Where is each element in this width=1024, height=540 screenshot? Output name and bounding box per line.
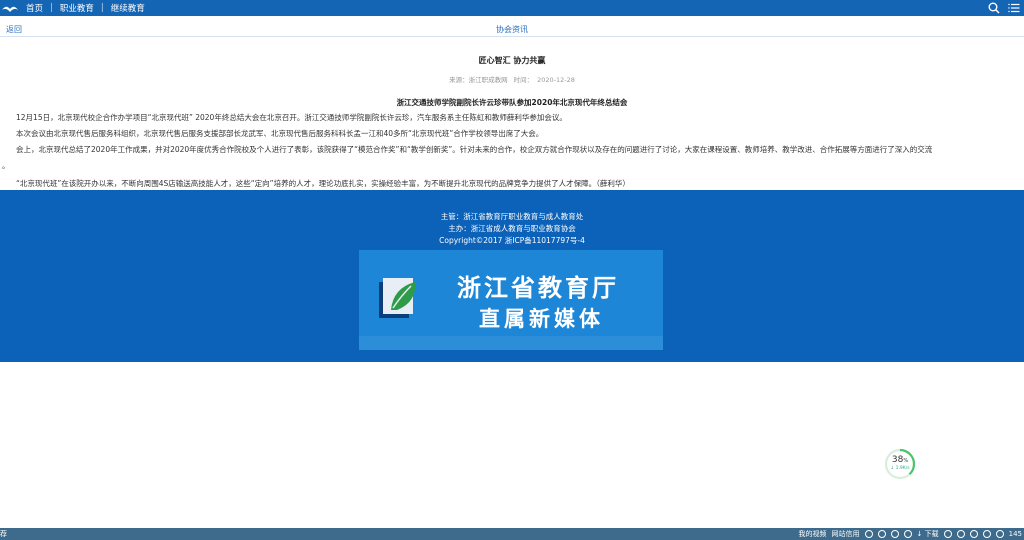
top-icons <box>988 0 1020 16</box>
article-paragraph: 本次会议由北京现代售后服务科组织，北京现代售后服务支援部部长龙武军、北京现代售后… <box>16 129 544 138</box>
article-date: 2020-12-28 <box>537 76 575 84</box>
banner-line1: 浙江省教育厅 <box>457 274 619 302</box>
site-credit-button[interactable]: 网站信用 <box>832 529 860 539</box>
article-title: 浙江交通技师学院副院长许云珍带队参加2020年北京现代年终总结会 <box>396 98 628 107</box>
browser-status-bar: 荐 我的视频 网站信用 ↓ 下载 145 <box>0 528 1024 540</box>
tools-icon[interactable] <box>969 530 978 538</box>
article-paragraph: “北京现代班”在该院开办以来，不断向周围4S店输送高技能人才，这些“定向”培养的… <box>16 179 630 188</box>
globe-icon[interactable] <box>877 530 886 538</box>
article-paragraph: 会上，北京现代总结了2020年工作成果，并对2020年度优秀合作院校及个人进行了… <box>16 145 933 154</box>
footer-organizer: 主办：浙江省成人教育与职业教育协会 <box>448 224 576 233</box>
bird-logo-icon <box>2 6 18 12</box>
article-meta: 来源：浙江职成教网 时间： 2020-12-28 <box>0 74 1024 84</box>
volume-icon[interactable] <box>982 530 991 538</box>
article-paragraph: 。 <box>2 161 10 170</box>
screenshot-icon[interactable] <box>956 530 965 538</box>
status-left-label[interactable]: 荐 <box>0 529 7 539</box>
article-headline: 匠心智汇 协力共赢 <box>478 56 546 65</box>
search-icon[interactable] <box>988 2 1000 14</box>
progress-percent: 38% <box>891 455 909 465</box>
sub-bar: 返回 协会资讯 <box>0 22 1024 37</box>
cloud-icon[interactable] <box>890 530 899 538</box>
edit-icon[interactable] <box>943 530 952 538</box>
section-title: 协会资讯 <box>496 25 528 34</box>
game-icon[interactable] <box>903 530 912 538</box>
footer-sponsor: 主管：浙江省教育厅职业教育与成人教育处 <box>440 212 584 221</box>
nav-home[interactable]: 首页 <box>26 2 43 14</box>
footer-copyright[interactable]: Copyright©2017 浙ICP备11017797号-4 <box>0 235 1024 246</box>
zoom-level[interactable]: 145 <box>1009 530 1022 538</box>
status-right-tools: 我的视频 网站信用 ↓ 下载 145 <box>799 528 1022 540</box>
download-button[interactable]: ↓ 下载 <box>917 529 939 539</box>
nav-separator: | <box>100 3 104 13</box>
zoom-search-icon[interactable] <box>995 530 1004 538</box>
my-video-button[interactable]: 我的视频 <box>799 529 827 539</box>
site-footer: 主管：浙江省教育厅职业教育与成人教育处 主办：浙江省成人教育与职业教育协会 Co… <box>0 190 1024 362</box>
banner-line2: 直属新媒体 <box>479 307 604 331</box>
site-logo[interactable] <box>0 0 20 16</box>
main-nav: 首页 | 职业教育 | 继续教育 <box>26 2 145 14</box>
banner-strip <box>359 336 663 350</box>
top-nav-bar: 首页 | 职业教育 | 继续教育 <box>0 0 1024 16</box>
article-paragraph: 12月15日，北京现代校企合作办学项目“北京现代班” 2020年终总结大会在北京… <box>16 113 567 122</box>
memory-progress-widget[interactable]: 38% ↓ 1.9K/s <box>884 448 916 480</box>
progress-speed: ↓ 1.9K/s <box>890 466 910 471</box>
article-time-label: 时间： <box>513 76 534 84</box>
menu-icon[interactable] <box>1008 2 1020 14</box>
shield-icon[interactable] <box>864 530 873 538</box>
media-banner[interactable]: 浙江省教育厅 直属新媒体 <box>359 250 663 350</box>
nav-continuing-education[interactable]: 继续教育 <box>111 2 145 14</box>
nav-separator: | <box>50 3 53 13</box>
nav-vocational-education[interactable]: 职业教育 <box>60 2 94 14</box>
book-leaf-icon <box>379 278 416 318</box>
article-source: 来源：浙江职成教网 <box>449 76 508 84</box>
